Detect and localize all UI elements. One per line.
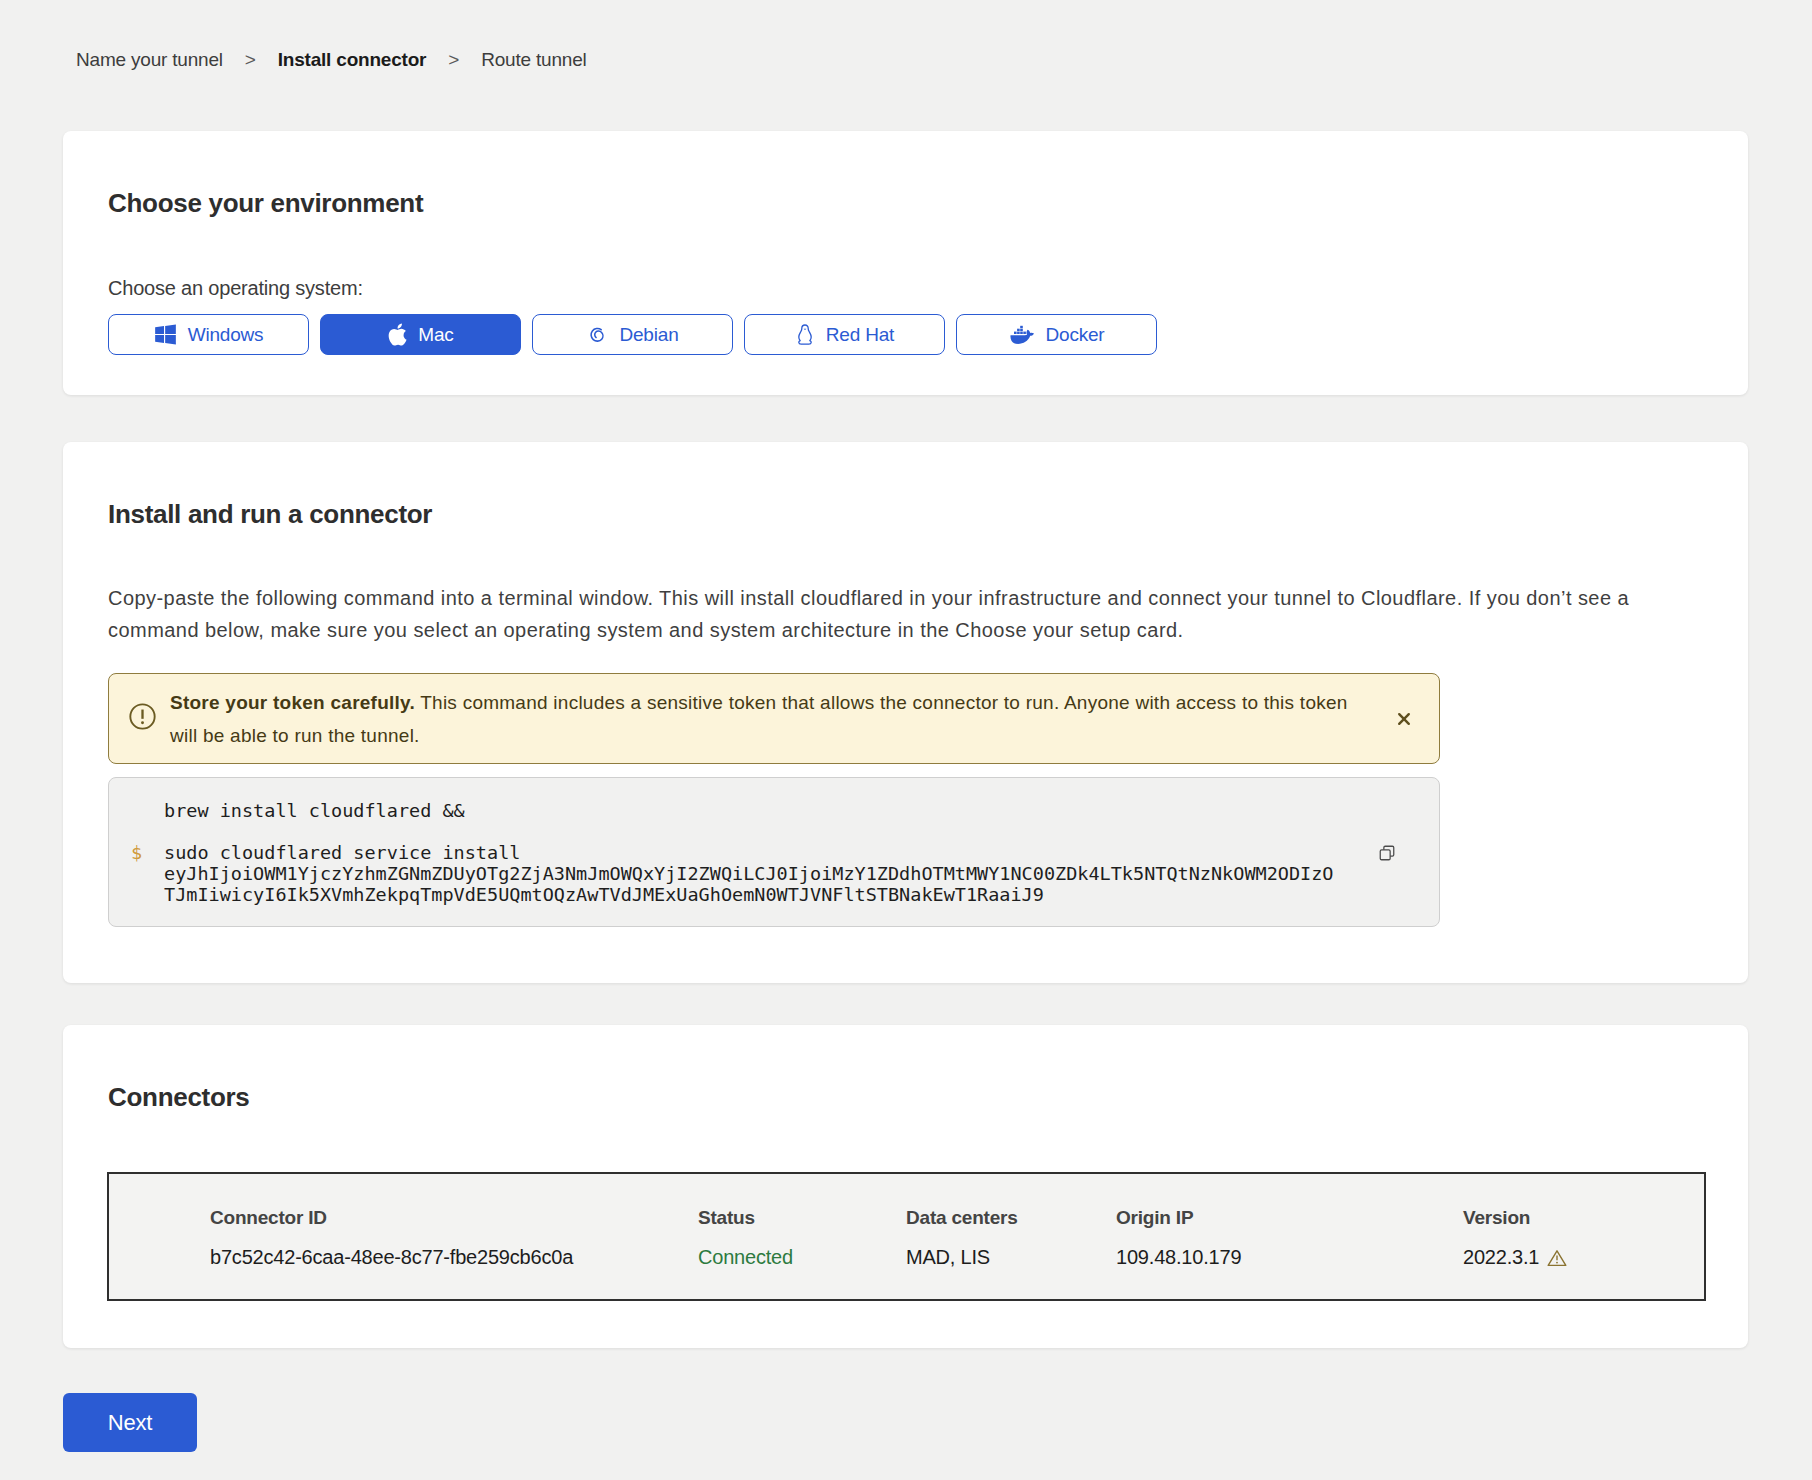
data-centers-value: MAD, LIS bbox=[906, 1246, 990, 1269]
connectors-title: Connectors bbox=[108, 1082, 249, 1113]
apple-icon bbox=[387, 323, 407, 346]
breadcrumb-name-your-tunnel[interactable]: Name your tunnel bbox=[76, 49, 223, 71]
origin-ip-value: 109.48.10.179 bbox=[1116, 1246, 1241, 1269]
connector-id-value: b7c52c42-6caa-48ee-8c77-fbe259cb6c0a bbox=[210, 1246, 573, 1269]
status-value: Connected bbox=[698, 1246, 793, 1269]
tunnel-token: eyJhIjoiOWM1YjczYzhmZGNmZDUyOTg2ZjA3NmJm… bbox=[164, 863, 1338, 905]
warning-triangle-icon bbox=[1547, 1249, 1567, 1267]
os-button-label: Docker bbox=[1046, 324, 1105, 346]
breadcrumb-install-connector[interactable]: Install connector bbox=[278, 49, 427, 71]
debian-icon bbox=[586, 324, 608, 346]
code-line-brew: brew install cloudflared && bbox=[164, 800, 1369, 821]
os-button-docker[interactable]: Docker bbox=[956, 314, 1157, 355]
breadcrumb-route-tunnel[interactable]: Route tunnel bbox=[481, 49, 586, 71]
token-warning-alert: Store your token carefully. This command… bbox=[108, 673, 1440, 764]
version-value: 2022.3.1 bbox=[1463, 1246, 1567, 1269]
os-button-label: Red Hat bbox=[826, 324, 894, 346]
choose-environment-title: Choose your environment bbox=[108, 188, 423, 219]
alert-circle-icon bbox=[128, 702, 157, 735]
choose-environment-card: Choose your environment Choose an operat… bbox=[63, 131, 1748, 395]
connectors-table: Connector ID Status Data centers Origin … bbox=[107, 1172, 1706, 1301]
breadcrumb: Name your tunnel > Install connector > R… bbox=[76, 49, 587, 71]
page: Name your tunnel > Install connector > R… bbox=[0, 0, 1812, 1480]
close-icon[interactable] bbox=[1397, 712, 1411, 726]
install-connector-title: Install and run a connector bbox=[108, 499, 432, 530]
os-button-debian[interactable]: Debian bbox=[532, 314, 733, 355]
os-button-label: Mac bbox=[418, 324, 453, 346]
header-connector-id: Connector ID bbox=[210, 1207, 327, 1229]
alert-text: Store your token carefully. This command… bbox=[170, 686, 1360, 752]
os-label: Choose an operating system: bbox=[108, 277, 363, 300]
copy-icon[interactable] bbox=[1378, 844, 1396, 862]
docker-whale-icon bbox=[1009, 324, 1035, 346]
install-connector-card: Install and run a connector Copy-paste t… bbox=[63, 442, 1748, 983]
connectors-card: Connectors Connector ID Status Data cent… bbox=[63, 1025, 1748, 1348]
os-button-row: Windows Mac Debian Red Hat bbox=[108, 314, 1157, 355]
os-button-red-hat[interactable]: Red Hat bbox=[744, 314, 945, 355]
shell-prompt: $ bbox=[131, 842, 142, 863]
os-button-label: Debian bbox=[619, 324, 678, 346]
breadcrumb-separator: > bbox=[245, 49, 256, 71]
header-data-centers: Data centers bbox=[906, 1207, 1018, 1229]
header-status: Status bbox=[698, 1207, 755, 1229]
os-button-windows[interactable]: Windows bbox=[108, 314, 309, 355]
breadcrumb-separator: > bbox=[448, 49, 459, 71]
header-origin-ip: Origin IP bbox=[1116, 1207, 1193, 1229]
windows-icon bbox=[154, 323, 177, 346]
code-line-sudo: sudo cloudflared service install bbox=[164, 842, 1369, 863]
os-button-label: Windows bbox=[188, 324, 264, 346]
next-button[interactable]: Next bbox=[63, 1393, 197, 1452]
version-number: 2022.3.1 bbox=[1463, 1246, 1539, 1268]
install-command-code-block: $ brew install cloudflared && sudo cloud… bbox=[108, 777, 1440, 927]
linux-penguin-icon bbox=[795, 323, 815, 346]
alert-title: Store your token carefully. bbox=[170, 692, 415, 713]
install-description: Copy-paste the following command into a … bbox=[108, 582, 1708, 646]
os-button-mac[interactable]: Mac bbox=[320, 314, 521, 355]
header-version: Version bbox=[1463, 1207, 1530, 1229]
